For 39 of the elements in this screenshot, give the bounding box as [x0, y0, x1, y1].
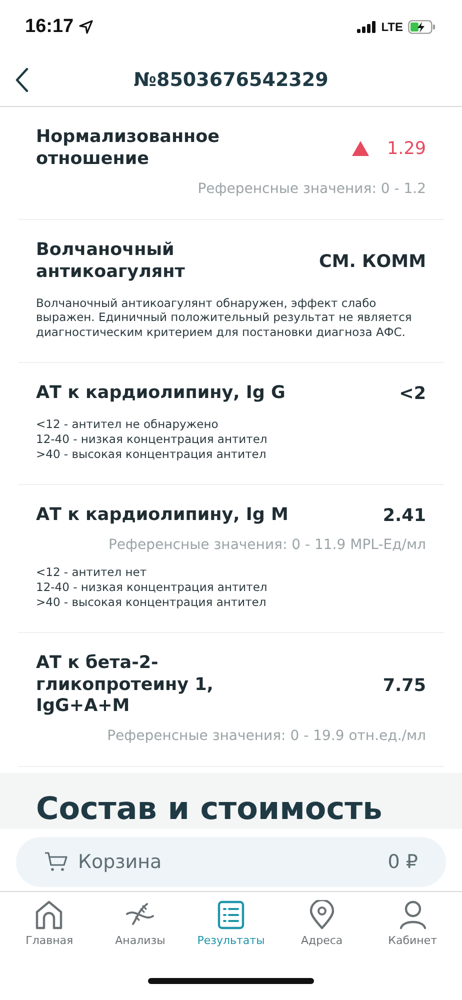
home-icon — [35, 900, 64, 930]
result-comment: Волчаночный антикоагулянт обнаружен, эффект слабо выражен. Единичный положительный результат не является диагностическим критерием для постановки диагноза АФС. — [36, 296, 413, 340]
test-name: АТ к кардиолипину, Ig G — [36, 383, 286, 406]
section-heading: Состав и стоимость — [36, 791, 384, 828]
reference-range: Референсные значения: 0 - 1.2 — [196, 180, 426, 197]
test-value: 1.29 — [387, 138, 426, 159]
cart-button[interactable]: Корзина 0 ₽ — [16, 837, 446, 887]
reference-range: Референсные значения: 0 - 11.9 MPL-Ед/мл — [107, 536, 426, 553]
back-icon[interactable] — [15, 68, 29, 92]
map-pin-icon — [308, 900, 335, 930]
order-number-title: №8503676542329 — [134, 69, 328, 91]
cart-icon — [44, 851, 68, 873]
list-icon — [216, 900, 245, 930]
result-comment: 12-40 - низкая концентрация антител — [36, 580, 268, 595]
location-arrow-icon — [78, 20, 93, 34]
tab[interactable]: Главная — [4, 900, 95, 962]
result-comment: <12 - антител нет — [36, 564, 148, 580]
result-comment: >40 - высокая концентрация антител — [36, 594, 268, 610]
status-time: 16:17 — [25, 16, 74, 38]
result-comment: 12-40 - низкая концентрация антител — [36, 432, 268, 448]
tab[interactable]: Анализы — [94, 900, 186, 962]
test-value: 2.41 — [382, 506, 426, 526]
result-comment: <12 - антител не обнаружено — [36, 417, 220, 432]
test-name: АТ к бета-2-гликопротеину 1, IgG+A+M — [36, 652, 214, 718]
person-icon — [398, 900, 427, 930]
test-name: АТ к кардиолипину, Ig M — [36, 505, 290, 527]
battery-charging-icon — [408, 20, 436, 34]
reference-range: Референсные значения: 0 - 19.9 отн.ед./мл — [106, 728, 426, 744]
test-value: <2 — [399, 384, 426, 404]
result-comment: >40 - высокая концентрация антител — [36, 447, 268, 462]
test-name: Нормализованное отношение — [36, 127, 221, 171]
tab[interactable]: Адреса — [276, 900, 368, 962]
tab[interactable]: Результаты — [186, 900, 276, 962]
test-name: Волчаночный антикоагулянт — [36, 240, 186, 284]
signal-icon — [357, 21, 376, 33]
tab[interactable]: Кабинет — [367, 900, 458, 962]
network-label: LTE — [381, 20, 403, 34]
test-value: 7.75 — [382, 676, 426, 696]
test-value: СМ. КОММ — [318, 252, 426, 272]
